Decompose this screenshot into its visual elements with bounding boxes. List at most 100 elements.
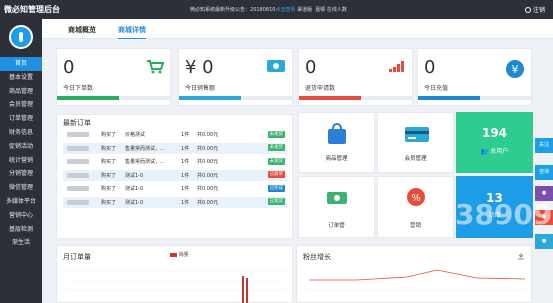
svg-text:%: % — [411, 193, 421, 204]
orders-tile[interactable]: 订单管 — [298, 176, 375, 238]
stat-progress — [299, 96, 412, 100]
bar — [246, 278, 248, 303]
order-row[interactable]: 购买了 售量常而测试，... 1件 共0.00元 未发货 — [63, 156, 287, 167]
sidebar-item-home[interactable]: 首页 — [0, 57, 42, 71]
goods-tile[interactable]: 商品管理 — [298, 112, 375, 173]
legend-swatch — [170, 252, 177, 257]
blurred-user — [67, 199, 89, 205]
tab-details[interactable]: 商城详情 — [118, 25, 146, 39]
wechat-icon: ● — [541, 190, 547, 196]
users-icon: 👥 — [480, 148, 489, 155]
chart-plot — [65, 269, 287, 303]
order-qty: 1件 — [181, 186, 190, 192]
stat-label: 退货申请数 — [305, 85, 336, 92]
tab-overview[interactable]: 商城概览 — [68, 25, 96, 35]
logout-button[interactable]: 注销 — [524, 5, 545, 14]
stat-card-sales: ¥ 0 今日销售额 — [178, 48, 293, 106]
order-status-badge: 未发货 — [267, 157, 285, 165]
watermark: 38909 — [455, 198, 553, 231]
order-product: 测试1-0 — [125, 186, 144, 192]
blurred-user — [67, 145, 89, 151]
sidebar-item-basic-settings[interactable]: 基本设置 — [0, 71, 42, 85]
order-action: 购买了 — [101, 145, 117, 152]
users-tile[interactable]: 194 👥 总用户 — [456, 112, 533, 173]
cash-icon — [327, 192, 347, 204]
order-qty: 1件 — [181, 199, 190, 206]
order-row[interactable]: 购买了 测试1-0 1件 共0.00元 已发货 — [63, 196, 287, 208]
stat-progress — [57, 96, 170, 100]
sidebar-item-orders[interactable]: 订单管理 — [0, 112, 42, 126]
order-price: 共0.00元 — [197, 186, 219, 192]
order-row[interactable]: 购买了 价格测试 1件 共0.00元 未发货 — [63, 129, 287, 140]
monthly-orders-chart: 月订单量 销量 — [56, 245, 293, 303]
sidebar-item-wechat[interactable]: 微信管理 — [0, 181, 42, 195]
sidebar-item-marketing[interactable]: 营销中心 — [0, 209, 42, 223]
stat-progress — [418, 96, 531, 100]
stat-value: 0 — [424, 57, 436, 78]
notice-view-link[interactable]: 点击查看 — [275, 7, 295, 13]
app-title: 微必知管理后台 — [4, 5, 60, 14]
blurred-user — [67, 159, 89, 164]
tab-bar: 商城概览 商城详情 — [42, 19, 553, 39]
stat-value: ¥ 0 — [185, 57, 214, 78]
sidebar-item-finance[interactable]: 财务信息 — [0, 126, 42, 140]
orders-title: 最新订单 — [63, 119, 91, 127]
order-price: 共0.00元 — [197, 132, 219, 138]
stat-label: 今日充值 — [424, 85, 449, 92]
blurred-user — [67, 186, 89, 191]
member-card-icon — [405, 127, 429, 142]
order-qty: 1件 — [181, 159, 190, 165]
stat-card-orders: 0 今日下单数 — [56, 48, 171, 106]
order-action: 购买了 — [101, 199, 117, 206]
sidebar-nav: 首页 基本设置 商品管理 会员管理 订单管理 财务信息 促销活动 统计营销 分销… — [0, 57, 42, 250]
order-status-badge: 已发货 — [267, 198, 285, 205]
contact-icon: ● — [541, 238, 547, 244]
sidebar-item-distribution[interactable]: 分销管理 — [0, 167, 42, 181]
sidebar-item-multimedia[interactable]: 多媒体平台 — [0, 195, 42, 209]
sidebar-item-promotions[interactable]: 促销活动 — [0, 140, 42, 154]
members-tile[interactable]: 会员管理 — [377, 112, 454, 173]
order-status-badge: 未发货 — [267, 130, 285, 138]
order-price: 共0.00元 — [197, 145, 219, 152]
order-row[interactable]: 购买了 测试1-0 1件 共0.00元 已完成 — [63, 183, 287, 194]
order-row[interactable]: 购买了 售量常而测试，... 1件 共0.00元 未发货 — [63, 142, 287, 154]
channel-link[interactable]: 渠道版 — [297, 7, 312, 13]
yuan-icon: ¥ — [506, 60, 524, 78]
download-icon[interactable] — [517, 252, 525, 260]
order-product: 售量常而测试，... — [125, 145, 165, 152]
sidebar-item-life[interactable]: 渐生活 — [0, 236, 42, 250]
order-row[interactable]: 购买了 测试1-0 1件 共0.00元 已退单 — [63, 169, 287, 181]
stat-value: 0 — [63, 57, 75, 78]
sidebar-item-members[interactable]: 会员管理 — [0, 98, 42, 112]
percent-icon: % — [407, 188, 425, 206]
sidebar-item-goods[interactable]: 商品管理 — [0, 85, 42, 99]
order-action: 购买了 — [101, 172, 117, 179]
order-status-badge: 未发货 — [267, 144, 285, 151]
order-price: 共0.00元 — [197, 159, 219, 165]
order-product: 价格测试 — [125, 132, 146, 138]
signal-icon — [389, 61, 404, 72]
bag-icon — [328, 123, 346, 144]
order-product: 售量常而测试，... — [125, 159, 165, 165]
order-status-badge: 已退单 — [267, 171, 285, 178]
follow-side-tab[interactable]: 关注 — [535, 138, 553, 153]
bar — [242, 276, 244, 303]
order-qty: 1件 — [181, 145, 190, 152]
promotions-tile[interactable]: % 营销 — [377, 176, 454, 238]
fans-growth-chart: 粉丝增长 — [296, 245, 532, 303]
order-action: 购买了 — [101, 132, 117, 138]
sidebar-item-inspection[interactable]: 基层检测 — [0, 223, 42, 237]
order-action: 购买了 — [101, 186, 117, 192]
stat-value: 0 — [305, 57, 317, 78]
money-icon — [267, 60, 285, 72]
order-price: 共0.00元 — [197, 172, 219, 179]
order-qty: 1件 — [181, 172, 190, 179]
stat-card-returns: 0 退货申请数 — [298, 48, 413, 106]
order-status-badge: 已完成 — [267, 184, 285, 192]
consult-side-tab[interactable]: 咨询 — [535, 165, 553, 180]
sidebar-item-statistics[interactable]: 统计营销 — [0, 154, 42, 168]
upgrade-notice: 微必知系统最新升级公告：20180810点击查看 渠道版 嘉顿 在线人数 — [190, 7, 347, 13]
series-line — [309, 269, 526, 281]
logo — [9, 25, 33, 49]
contact-side-tab[interactable]: ● — [535, 234, 553, 249]
